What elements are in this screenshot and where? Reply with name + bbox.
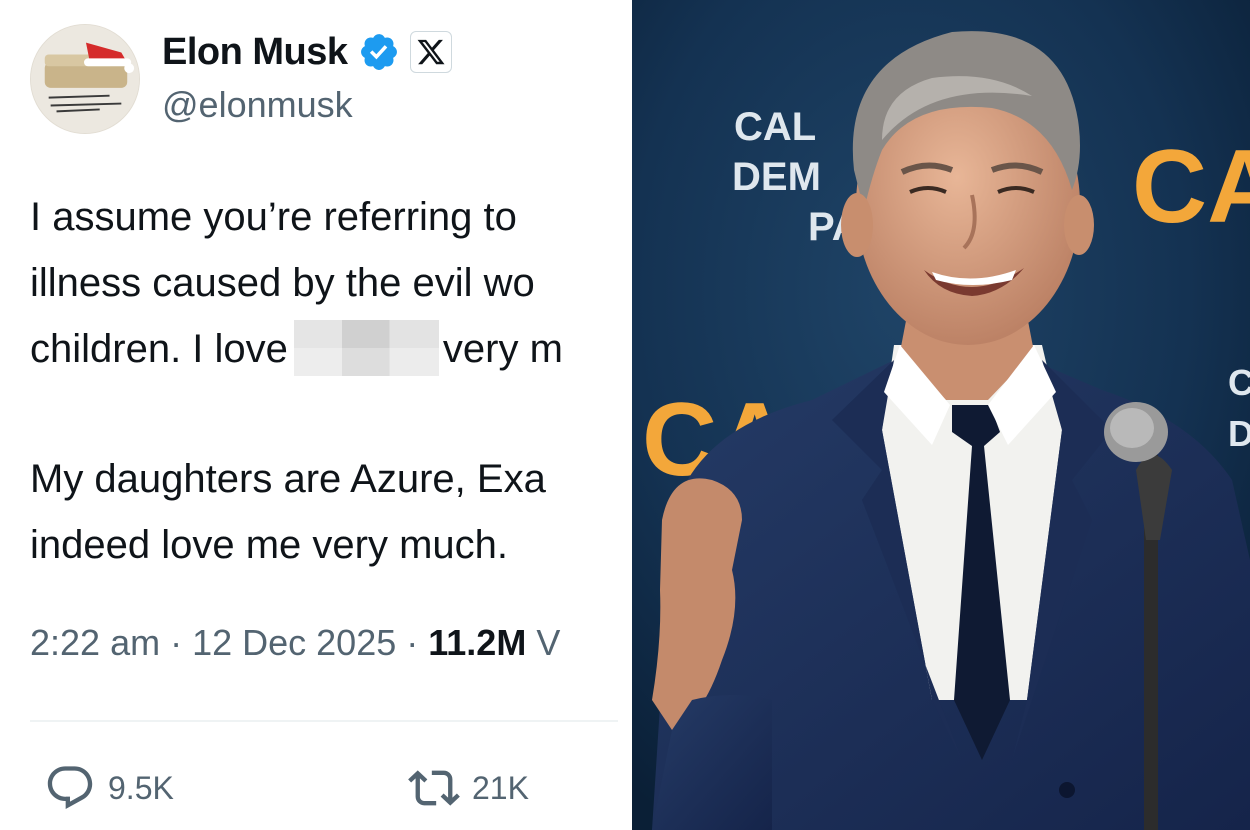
- reply-button[interactable]: 9.5K: [44, 760, 174, 816]
- author-row: Elon Musk: [162, 28, 452, 76]
- tweet-line: I assume you’re referring to: [30, 195, 517, 239]
- redacted-name-blur: [293, 320, 439, 376]
- x-logo-icon: [409, 31, 452, 73]
- views-label: V: [526, 622, 561, 663]
- tweet-line-start: children. I love: [30, 327, 288, 371]
- tweet-time[interactable]: 2:22 am: [30, 622, 160, 663]
- tweet-line: illness caused by the evil wo: [30, 261, 535, 305]
- tweet-body: I assume you’re referring to illness cau…: [30, 184, 618, 578]
- repost-icon: [408, 762, 460, 814]
- backdrop-text: C: [1228, 362, 1250, 403]
- jacket-button: [1059, 782, 1075, 798]
- reply-count: 9.5K: [108, 769, 174, 806]
- meta-separator: ·: [160, 622, 193, 663]
- author-display-name[interactable]: Elon Musk: [162, 31, 348, 74]
- tweet-meta: 2:22 am · 12 Dec 2025 · 11.2M V: [30, 622, 560, 664]
- tweet-line-end: very m: [442, 327, 563, 371]
- tweet-line: indeed love me very much.: [30, 523, 509, 567]
- photo-illustration: CAL DEM PA CA CA C D: [632, 0, 1250, 830]
- ear: [841, 193, 873, 257]
- views-count: 11.2M: [428, 622, 527, 663]
- meta-separator: ·: [396, 622, 429, 663]
- avatar-image: [31, 25, 139, 133]
- divider: [30, 720, 618, 722]
- tweet-line: My daughters are Azure, Exa: [30, 457, 546, 501]
- repost-count: 21K: [472, 769, 529, 806]
- backdrop-text: DEM: [732, 155, 821, 199]
- author-handle[interactable]: @elonmusk: [162, 84, 353, 126]
- tweet-card: Elon Musk @elonmusk I assume you’re refe…: [0, 0, 618, 830]
- repost-button[interactable]: 21K: [408, 760, 529, 816]
- microphone-highlight: [1110, 408, 1154, 448]
- backdrop-text: D: [1228, 413, 1250, 454]
- reply-icon: [44, 762, 96, 814]
- verified-badge-icon: [358, 31, 400, 73]
- backdrop-text: CAL: [734, 105, 816, 149]
- profile-avatar[interactable]: [30, 24, 140, 134]
- backdrop-logo: CA: [1132, 129, 1250, 245]
- tweet-date[interactable]: 12 Dec 2025: [192, 622, 396, 663]
- ear: [1064, 195, 1094, 255]
- speaker-photo: CAL DEM PA CA CA C D: [632, 0, 1250, 830]
- tweet-line: children. I love very m: [30, 316, 618, 382]
